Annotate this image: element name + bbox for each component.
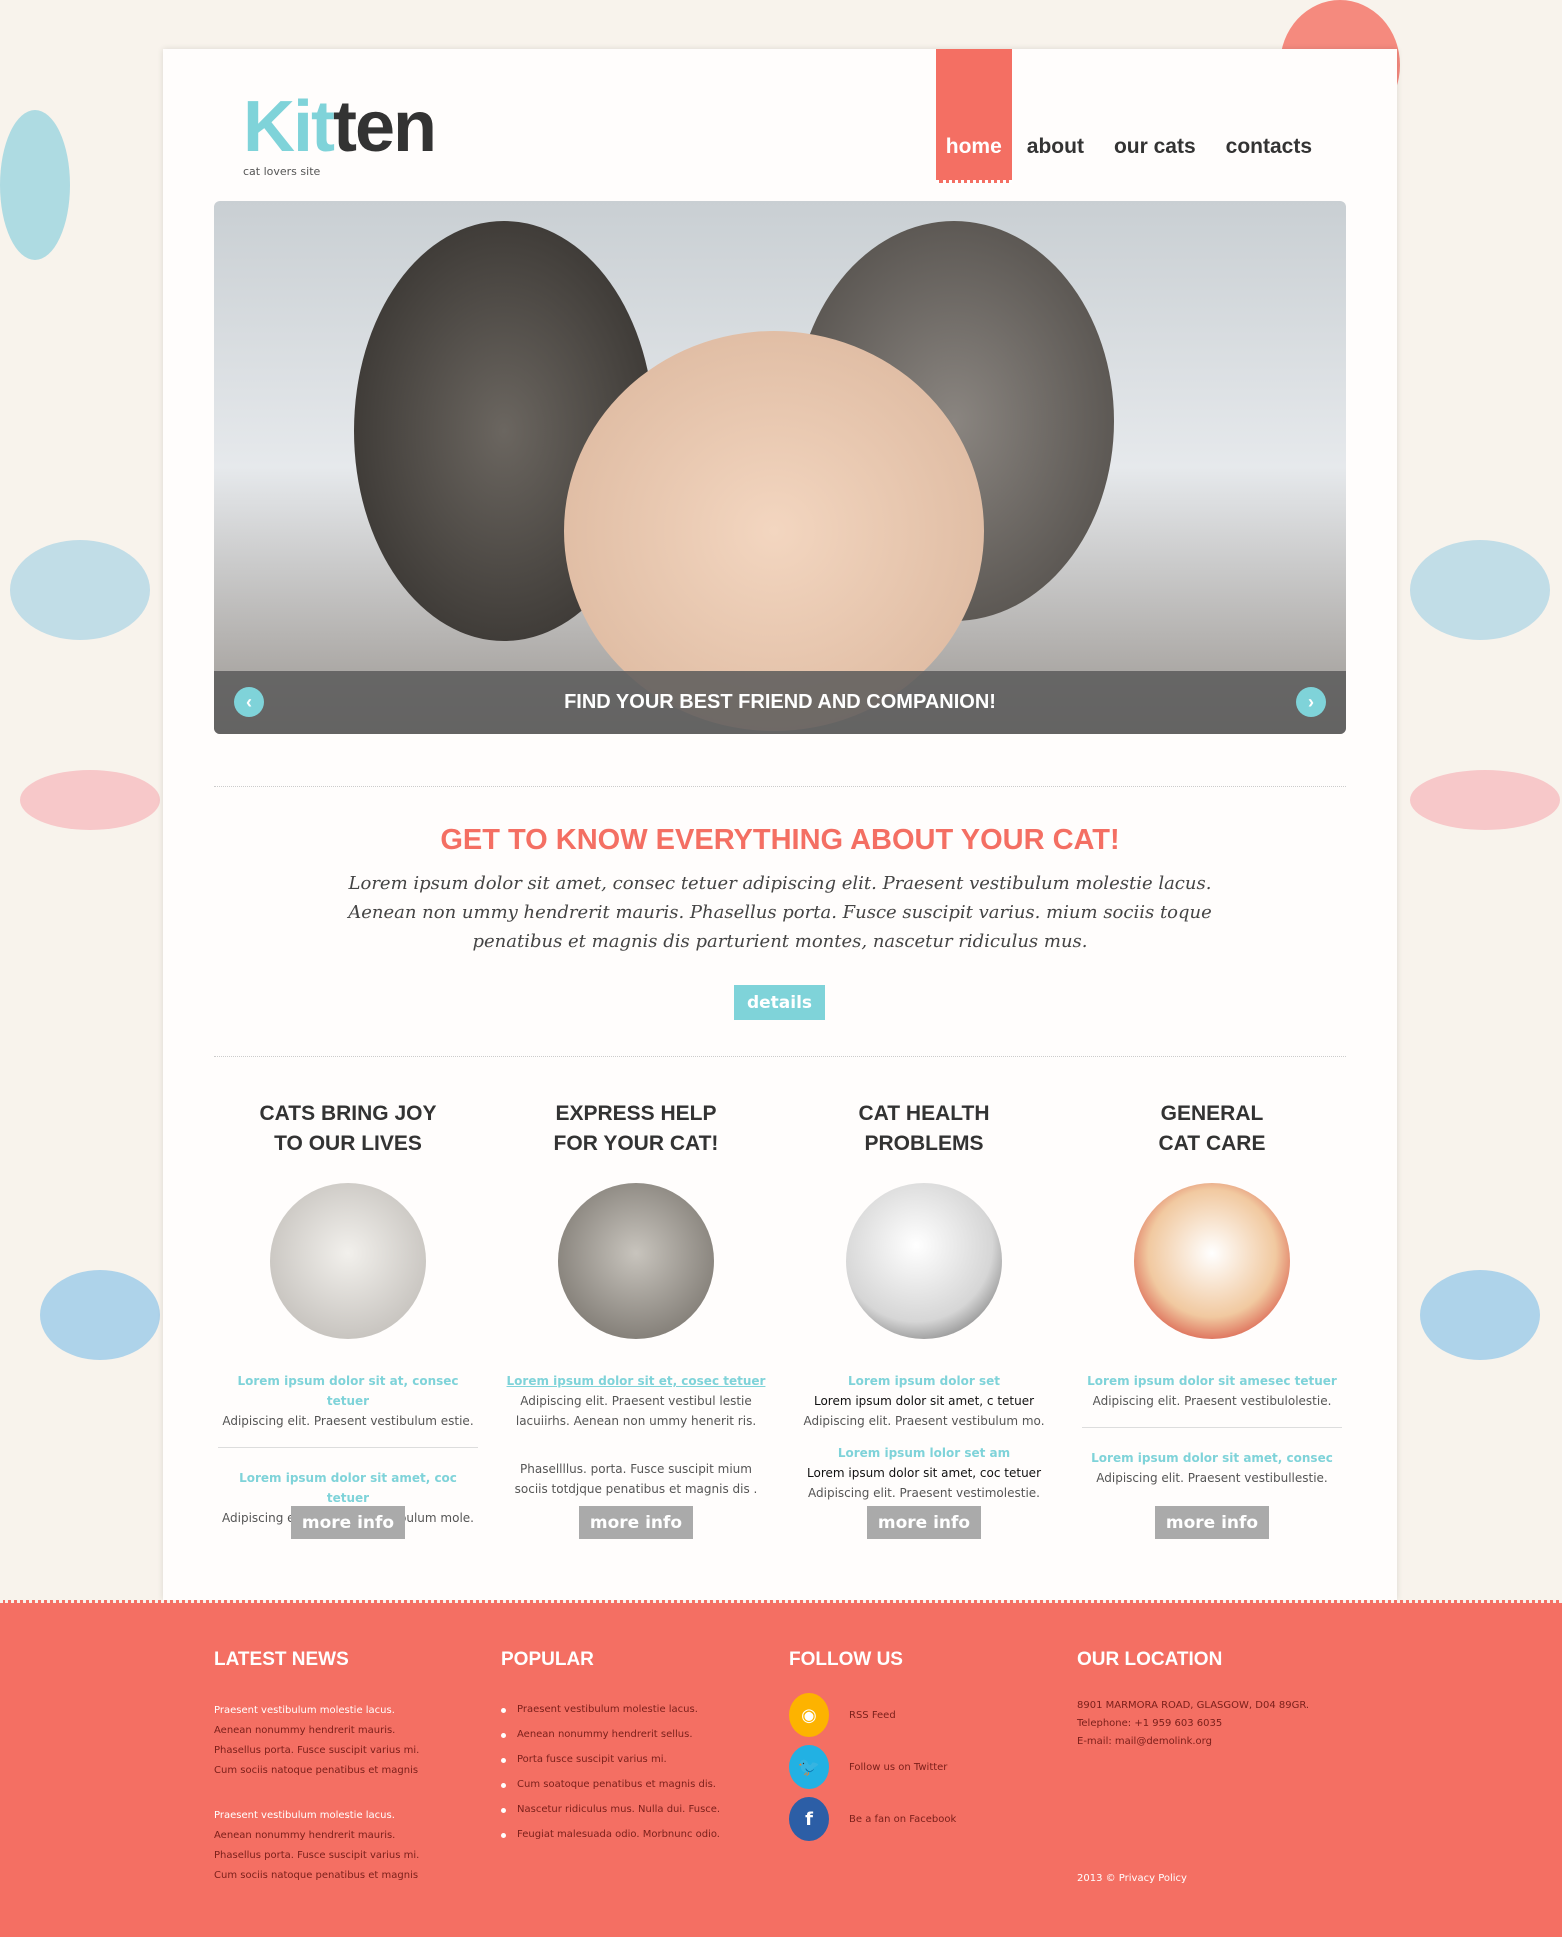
chevron-right-icon[interactable]: › bbox=[1296, 687, 1326, 717]
logo-text-ten: ten bbox=[332, 87, 437, 167]
divider bbox=[1082, 1427, 1342, 1428]
more-info-button[interactable]: more info bbox=[1155, 1506, 1269, 1539]
link-heading[interactable]: Lorem ipsum dolor sit at, consec tetuer bbox=[218, 1371, 478, 1411]
link-heading[interactable]: Lorem ipsum dolor sit amesec tetuer bbox=[1082, 1371, 1342, 1391]
divider bbox=[214, 786, 1346, 787]
nav-our-cats[interactable]: our cats bbox=[1099, 135, 1211, 159]
background-decoration bbox=[1410, 540, 1550, 640]
link-heading[interactable]: Lorem ipsum dolor sit amet, coc tetuer bbox=[218, 1468, 478, 1508]
cat-image bbox=[558, 1183, 714, 1339]
nav-home[interactable]: home bbox=[935, 49, 1012, 183]
slider-caption: ‹ FIND YOUR BEST FRIEND AND COMPANION! › bbox=[214, 671, 1346, 734]
footer-location: OUR LOCATION 8901 MARMORA ROAD, GLASGOW,… bbox=[1077, 1649, 1309, 1755]
copyright-privacy-link[interactable]: 2013 © Privacy Policy bbox=[1077, 1873, 1187, 1884]
background-decoration bbox=[10, 540, 150, 640]
column-title: CAT HEALTH PROBLEMS bbox=[858, 1102, 990, 1155]
footer-follow-us: FOLLOW US ◉ RSS Feed 🐦 Follow us on Twitte… bbox=[789, 1649, 956, 1857]
feature-column: CATS BRING JOY TO OUR LIVES Lorem ipsum d… bbox=[218, 1099, 478, 1528]
column-title: EXPRESS HELP FOR YOUR CAT! bbox=[553, 1102, 719, 1155]
footer-latest-news: LATEST NEWS Praesent vestibulum molestie… bbox=[214, 1649, 420, 1881]
background-decoration bbox=[0, 110, 70, 260]
feature-column: GENERAL CAT CARE Lorem ipsum dolor sit am… bbox=[1082, 1099, 1342, 1488]
divider bbox=[214, 1056, 1346, 1057]
footer-popular: POPULAR Praesent vestibulum molestie lac… bbox=[501, 1649, 720, 1851]
rss-icon: ◉ bbox=[789, 1693, 829, 1737]
background-decoration bbox=[1420, 1270, 1540, 1360]
twitter-link[interactable]: 🐦 Follow us on Twitter bbox=[789, 1745, 956, 1789]
news-link[interactable]: Praesent vestibulum molestie lacus. bbox=[214, 1806, 419, 1826]
background-decoration bbox=[1410, 770, 1560, 830]
background-decoration bbox=[40, 1270, 160, 1360]
details-button[interactable]: details bbox=[734, 985, 825, 1020]
twitter-icon: 🐦 bbox=[789, 1745, 829, 1789]
more-info-button[interactable]: more info bbox=[291, 1506, 405, 1539]
cat-image bbox=[846, 1183, 1002, 1339]
news-link[interactable]: Praesent vestibulum molestie lacus. bbox=[214, 1701, 419, 1721]
divider bbox=[218, 1447, 478, 1448]
chevron-left-icon[interactable]: ‹ bbox=[234, 687, 264, 717]
column-title: GENERAL CAT CARE bbox=[1158, 1102, 1266, 1155]
link-heading[interactable]: Lorem ipsum lolor set am bbox=[794, 1443, 1054, 1463]
cat-image bbox=[1134, 1183, 1290, 1339]
facebook-icon: f bbox=[789, 1797, 829, 1841]
logo[interactable]: Kitten cat lovers site bbox=[243, 91, 437, 178]
hero-slider: ‹ FIND YOUR BEST FRIEND AND COMPANION! › bbox=[214, 201, 1346, 734]
intro-text: Lorem ipsum dolor sit amet, consec tetue… bbox=[348, 873, 1212, 952]
link-heading[interactable]: Lorem ipsum dolor sit et, cosec tetuer bbox=[506, 1371, 766, 1391]
nav-about[interactable]: about bbox=[1012, 135, 1099, 159]
feature-column: CAT HEALTH PROBLEMS Lorem ipsum dolor set… bbox=[794, 1099, 1054, 1503]
caption-text: FIND YOUR BEST FRIEND AND COMPANION! bbox=[564, 691, 996, 713]
rss-link[interactable]: ◉ RSS Feed bbox=[789, 1693, 956, 1737]
logo-text-kit: Kit bbox=[243, 87, 335, 167]
footer: LATEST NEWS Praesent vestibulum molestie… bbox=[0, 1600, 1562, 1937]
background-decoration bbox=[20, 770, 160, 830]
more-info-button[interactable]: more info bbox=[867, 1506, 981, 1539]
main-nav: home about our cats contacts bbox=[935, 49, 1327, 183]
facebook-link[interactable]: f Be a fan on Facebook bbox=[789, 1797, 956, 1841]
link-heading[interactable]: Lorem ipsum dolor sit amet, consec bbox=[1082, 1448, 1342, 1468]
feature-column: EXPRESS HELP FOR YOUR CAT! Lorem ipsum do… bbox=[506, 1099, 766, 1499]
intro-title: GET TO KNOW EVERYTHING ABOUT YOUR CAT! bbox=[440, 824, 1120, 856]
main-container: Kitten cat lovers site home about our ca… bbox=[163, 49, 1397, 1600]
popular-link[interactable]: Feugiat malesuada odio. Morbnunc odio. bbox=[501, 1818, 720, 1851]
nav-contacts[interactable]: contacts bbox=[1211, 135, 1327, 159]
cat-image bbox=[270, 1183, 426, 1339]
column-title: CATS BRING JOY TO OUR LIVES bbox=[259, 1102, 437, 1155]
email-link[interactable]: E-mail: mail@demolink.org bbox=[1077, 1729, 1309, 1755]
link-heading[interactable]: Lorem ipsum dolor set bbox=[794, 1371, 1054, 1391]
more-info-button[interactable]: more info bbox=[579, 1506, 693, 1539]
